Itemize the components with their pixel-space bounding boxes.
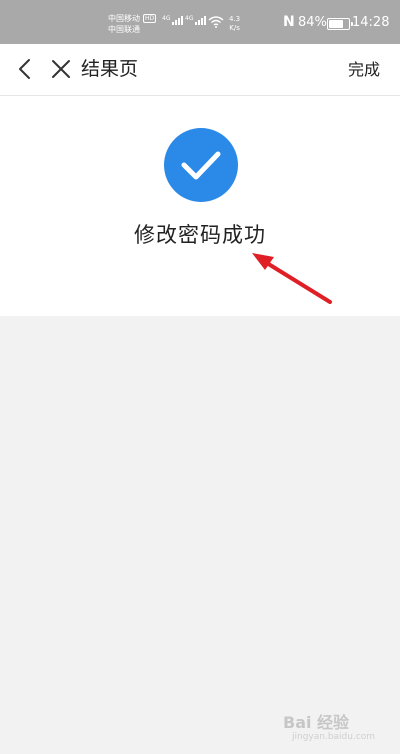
signal-2-icon: 4G	[185, 15, 207, 25]
result-message: 修改密码成功	[134, 223, 266, 247]
wifi-icon	[208, 16, 224, 28]
check-circle-icon	[164, 128, 238, 202]
signal-1-icon: 4G	[162, 15, 184, 25]
network-2-label: 4G	[185, 15, 194, 22]
watermark-url: jingyan.baidu.com	[292, 732, 376, 742]
speed-unit: K/s	[229, 24, 240, 32]
result-panel: 修改密码成功	[0, 96, 400, 316]
network-1-label: 4G	[162, 15, 171, 22]
baidu-jingyan-watermark: Bai 经验	[283, 713, 350, 732]
nav-bar: 结果页 完成	[0, 44, 400, 96]
carrier-info: 中国移动 HD 中国联通	[108, 13, 157, 35]
battery-percent: 84%	[298, 15, 327, 30]
hd-badge: HD	[143, 14, 157, 23]
status-bar: 中国移动 HD 中国联通 4G 4G 4.3 K/s N 84% 14:28	[0, 0, 400, 44]
carrier-2-label: 中国联通	[108, 25, 140, 34]
done-button[interactable]: 完成	[348, 59, 380, 81]
nfc-icon: N	[283, 14, 295, 30]
network-speed: 4.3 K/s	[229, 15, 240, 33]
clock: 14:28	[352, 15, 390, 30]
chevron-left-icon[interactable]	[14, 57, 38, 81]
close-icon[interactable]	[49, 57, 73, 81]
page-title: 结果页	[81, 58, 139, 80]
battery-fill	[329, 20, 344, 28]
battery-icon	[327, 18, 353, 30]
speed-value: 4.3	[229, 15, 241, 23]
carrier-1-label: 中国移动	[108, 14, 140, 23]
